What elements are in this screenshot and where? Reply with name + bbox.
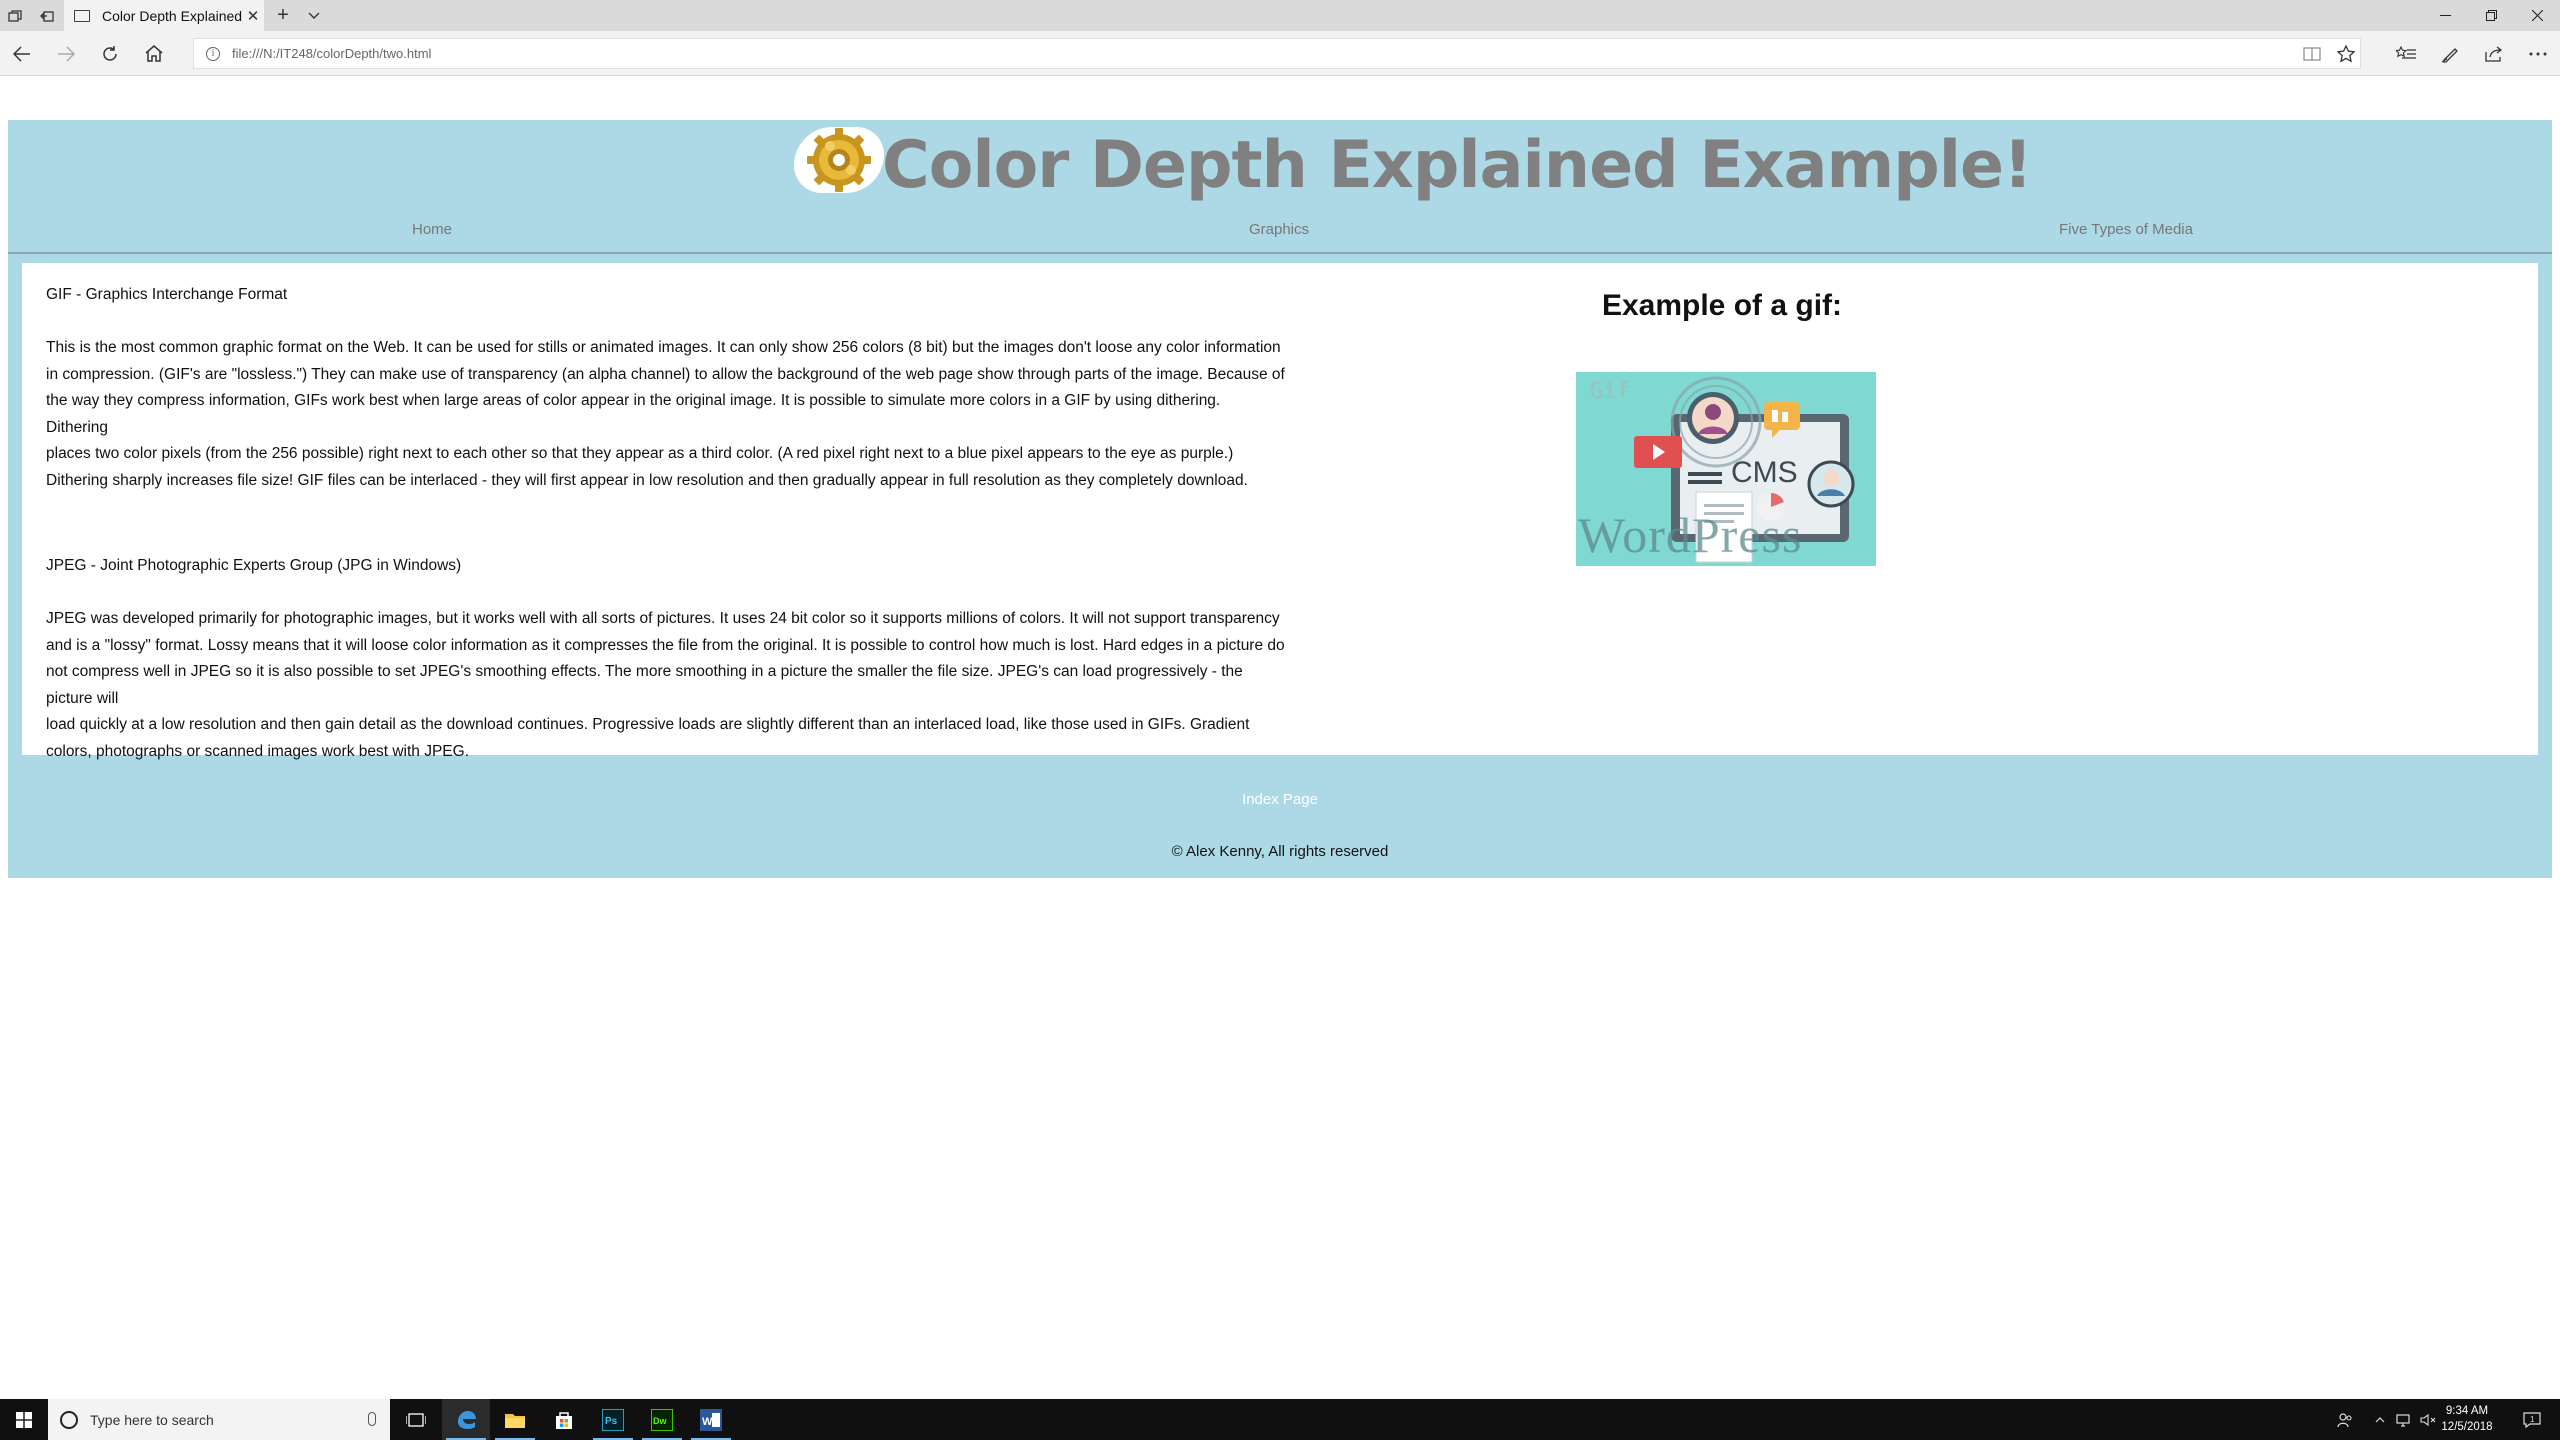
set-aside-tabs-icon[interactable] [32, 0, 62, 31]
clock-time: 9:34 AM [2445, 1405, 2489, 1417]
nav-link-home[interactable]: Home [412, 221, 452, 238]
jpeg-paragraph: JPEG was developed primarily for photogr… [46, 606, 1286, 766]
paragraph-line: colors, photographs or scanned images wo… [46, 742, 470, 760]
page-wrapper: Color Depth Explained Example! Home Grap… [8, 120, 2552, 878]
address-field[interactable]: i file:///N:/IT248/colorDepth/two.html [193, 38, 2361, 69]
tabs-aside-icon[interactable] [0, 0, 30, 31]
paragraph-line: Dithering sharply increases file size! G… [46, 471, 1248, 489]
paragraph-line: the way they compress information, GIFs … [46, 392, 1221, 436]
cortana-icon [60, 1410, 78, 1429]
browser-titlebar: Color Depth Explained! ✕ + [0, 0, 2560, 31]
paragraph-line: not compress well in JPEG so it is also … [46, 663, 1243, 707]
show-hidden-icons-chevron-icon[interactable] [2368, 1399, 2392, 1440]
main-content: GIF - Graphics Interchange Format This i… [22, 263, 2538, 760]
svg-text:Dw: Dw [653, 1416, 667, 1426]
edge-browser-icon[interactable] [442, 1399, 490, 1440]
gif-corner-label: Gif [1590, 379, 1630, 404]
restore-icon[interactable] [2468, 0, 2514, 31]
paragraph-line: JPEG was developed primarily for photogr… [46, 610, 1280, 627]
word-icon[interactable]: W [687, 1399, 735, 1440]
wordpress-watermark: WordPress [1578, 507, 1802, 563]
nav-link-five-types-of-media[interactable]: Five Types of Media [2059, 221, 2193, 238]
people-icon[interactable] [2330, 1399, 2360, 1440]
svg-text:Ps: Ps [605, 1416, 618, 1427]
svg-text:1: 1 [2530, 1415, 2535, 1424]
taskbar-clock[interactable]: 9:34 AM 12/5/2018 [2430, 1403, 2504, 1435]
info-icon[interactable]: i [206, 46, 220, 61]
back-icon[interactable] [0, 31, 44, 76]
example-gif-image: Gif CMS WordPress [1576, 372, 1876, 566]
taskbar-search-box[interactable]: Type here to search [48, 1399, 390, 1440]
forward-icon[interactable] [44, 31, 88, 76]
jpeg-section-heading: JPEG - Joint Photographic Experts Group … [46, 557, 462, 574]
nav-divider [8, 252, 2552, 254]
site-title: Color Depth Explained Example! [882, 128, 2033, 203]
minimize-icon[interactable] [2422, 0, 2468, 31]
favorite-star-icon[interactable] [2326, 31, 2366, 76]
refresh-icon[interactable] [88, 31, 132, 76]
photoshop-icon[interactable]: Ps [589, 1399, 637, 1440]
action-center-icon[interactable]: 1 [2512, 1399, 2552, 1440]
more-menu-icon[interactable] [2518, 31, 2558, 76]
svg-text:W: W [702, 1416, 713, 1428]
nav-link-graphics[interactable]: Graphics [1249, 221, 1309, 238]
footer-copyright: © Alex Kenny, All rights reserved [1171, 843, 1389, 860]
task-view-icon[interactable] [392, 1399, 440, 1440]
gif-section-heading: GIF - Graphics Interchange Format [46, 286, 288, 303]
paragraph-line: in compression. (GIF's are "lossless.") … [46, 365, 1285, 383]
windows-start-icon[interactable] [0, 1399, 48, 1440]
gif-paragraph: This is the most common graphic format o… [46, 335, 1286, 495]
taskbar-search-placeholder: Type here to search [90, 1411, 214, 1428]
close-window-icon[interactable] [2514, 0, 2560, 31]
example-heading: Example of a gif: [1601, 289, 1843, 322]
notes-pen-icon[interactable] [2430, 31, 2470, 76]
site-header: Color Depth Explained Example! Home Grap… [8, 120, 2552, 254]
windows-taskbar: Type here to search Ps Dw W 9:34 AM 12/5… [0, 1399, 2560, 1440]
paragraph-line: This is the most common graphic format o… [46, 339, 1281, 356]
footer-index-page-link[interactable]: Index Page [8, 791, 2552, 808]
new-tab-icon[interactable]: + [268, 0, 298, 31]
url-text: file:///N:/IT248/colorDepth/two.html [232, 46, 432, 61]
paragraph-line: load quickly at a low resolution and the… [46, 716, 1250, 734]
paragraph-line: and is a "lossy" format. Lossy means tha… [46, 636, 1285, 654]
paragraph-line: places two color pixels (from the 256 po… [46, 445, 1234, 463]
tab-list-chevron-icon[interactable] [300, 0, 328, 31]
cms-label: CMS [1731, 456, 1798, 489]
browser-toolbar: i file:///N:/IT248/colorDepth/two.html [0, 31, 2560, 76]
gear-logo-icon [794, 127, 884, 193]
share-icon[interactable] [2474, 31, 2514, 76]
browser-tab[interactable]: Color Depth Explained! ✕ [64, 0, 264, 31]
page-icon [74, 9, 90, 22]
favorites-hub-icon[interactable] [2386, 31, 2426, 76]
store-icon[interactable] [540, 1399, 588, 1440]
network-icon[interactable] [2392, 1399, 2416, 1440]
file-explorer-icon[interactable] [491, 1399, 539, 1440]
microphone-icon[interactable] [368, 1412, 376, 1426]
close-tab-icon[interactable]: ✕ [242, 7, 264, 25]
home-icon[interactable] [132, 31, 176, 76]
tab-title: Color Depth Explained! [102, 7, 242, 24]
dreamweaver-icon[interactable]: Dw [638, 1399, 686, 1440]
clock-date: 12/5/2018 [2441, 1421, 2493, 1433]
